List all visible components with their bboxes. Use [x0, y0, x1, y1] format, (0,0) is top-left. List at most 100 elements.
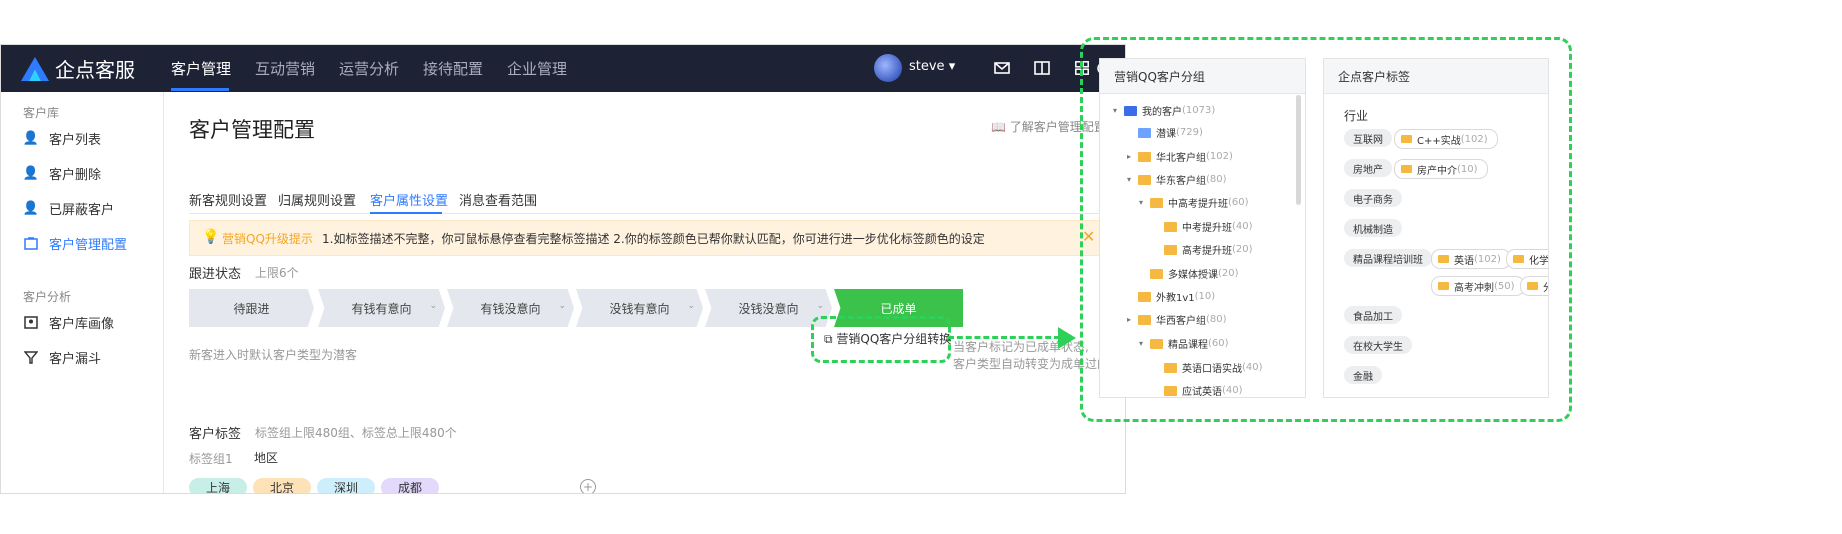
qq-group-panel-header: 营销QQ客户分组	[1100, 59, 1305, 94]
status-step-label: 有钱有意向	[351, 301, 412, 316]
tree-node[interactable]: ▸ 华西客户组 (80)	[1124, 312, 1227, 327]
tag-group-chip[interactable]: 金融	[1344, 366, 1382, 384]
tree-node-name: 精品课程	[1168, 340, 1208, 351]
tree-node[interactable]: 高考提升班 (20)	[1150, 242, 1253, 257]
book-icon[interactable]	[1033, 59, 1051, 77]
tree-node-name: 我的客户	[1142, 107, 1182, 118]
tag-group-chip[interactable]: 机械制造	[1344, 219, 1402, 237]
tree-node-count: (20)	[1218, 268, 1239, 279]
tag-item-chip[interactable]: C++实战 (102)	[1394, 129, 1498, 149]
avatar[interactable]	[874, 54, 902, 82]
follow-hint-default: 新客进入时默认客户类型为潜客	[189, 348, 358, 362]
tag-item-count: (50)	[1494, 280, 1515, 292]
tag-group-chip[interactable]: 电子商务	[1344, 189, 1402, 207]
tag-item-count: (10)	[1457, 163, 1478, 175]
tree-node[interactable]: ▾ 华东客户组 (80)	[1124, 172, 1227, 187]
folder-icon	[1138, 174, 1151, 185]
tag-item-chip[interactable]: 分	[1520, 276, 1548, 296]
add-tag-icon[interactable]: +	[580, 479, 596, 493]
nav-interactive-marketing[interactable]: 互动营销	[255, 58, 315, 79]
status-step[interactable]: 有钱没意向 ⌄	[447, 289, 574, 327]
chevron-down-icon: ⌄	[429, 301, 437, 311]
tab-message-scope[interactable]: 消息查看范围	[459, 190, 537, 209]
customer-tags-limit: 标签组上限480组、标签总上限480个	[255, 426, 457, 440]
tab-active-indicator	[370, 212, 442, 214]
tree-toggle[interactable]: ▾	[1136, 198, 1146, 207]
status-step[interactable]: 没钱有意向 ⌄	[576, 289, 703, 327]
sidebar-item-customer-config[interactable]: 客户管理配置	[23, 234, 127, 253]
tag-group-chip[interactable]: 精品课程培训班	[1344, 249, 1432, 267]
status-step-label: 没钱没意向	[738, 301, 799, 316]
tab-ownership-rules[interactable]: 归属规则设置	[278, 190, 356, 209]
sidebar-item-blocked-customers[interactable]: 👤 已屏蔽客户	[23, 199, 114, 218]
tag-chip[interactable]: 北京	[253, 478, 311, 493]
folder-icon	[1164, 221, 1177, 232]
tag-chip[interactable]: 深圳	[317, 478, 375, 493]
tree-node[interactable]: ▾ 我的客户 (1073)	[1110, 103, 1215, 118]
tree-toggle[interactable]: ▾	[1136, 339, 1146, 348]
tag-item-chip[interactable]: 英语 (102)	[1431, 249, 1511, 269]
tree-toggle[interactable]: ▾	[1110, 106, 1120, 115]
tree-node-count: (40)	[1222, 385, 1243, 396]
tree-node[interactable]: ▸ 华北客户组 (102)	[1124, 149, 1233, 164]
tree-node-name: 外教1v1	[1156, 293, 1195, 304]
nav-operations-analysis[interactable]: 运营分析	[339, 58, 399, 79]
tag-group-chip[interactable]: 互联网	[1344, 129, 1392, 147]
tree-node[interactable]: 多媒体授课 (20)	[1136, 266, 1239, 281]
tree-node[interactable]: ▾ 中高考提升班 (60)	[1136, 195, 1249, 210]
tag-chip[interactable]: 上海	[189, 478, 247, 493]
tree-toggle[interactable]: ▾	[1124, 175, 1134, 184]
tag-item-name: C++实战	[1417, 135, 1461, 147]
tag-item-count: (102)	[1474, 253, 1501, 265]
tag-chip[interactable]: 成都	[381, 478, 439, 493]
sidebar-item-customer-funnel[interactable]: 客户漏斗	[23, 348, 101, 367]
qq-group-convert-button[interactable]: ⧉ 营销QQ客户分组转换	[824, 330, 951, 347]
folder-icon	[1527, 282, 1538, 290]
mail-icon[interactable]	[993, 59, 1011, 77]
notice-title: 营销QQ升级提示	[222, 232, 313, 246]
tree-toggle[interactable]: ▸	[1124, 152, 1134, 161]
nav-customer-management[interactable]: 客户管理	[171, 58, 231, 79]
tree-node[interactable]: 中考提升班 (40)	[1150, 219, 1253, 234]
chevron-down-icon: ⌄	[816, 301, 824, 311]
tree-node-name: 中考提升班	[1182, 223, 1232, 234]
arrow-line	[948, 336, 1060, 339]
scrollbar[interactable]	[1296, 95, 1301, 205]
tab-new-customer-rules[interactable]: 新客规则设置	[189, 190, 267, 209]
tree-node[interactable]: ▾ 精品课程 (60)	[1136, 336, 1229, 351]
follow-status-steps: 待跟进 有钱有意向 ⌄ 有钱没意向 ⌄ 没钱有意向 ⌄ 没钱没意向 ⌄ 已成单	[189, 289, 1103, 327]
status-step[interactable]: 有钱有意向 ⌄	[318, 289, 445, 327]
tag-item-chip[interactable]: 房产中介 (10)	[1394, 159, 1488, 179]
user-menu[interactable]: steve ▾	[909, 59, 955, 74]
tree-node-count: (40)	[1242, 362, 1263, 373]
sidebar-item-customer-portrait[interactable]: 客户库画像	[23, 313, 114, 332]
app-window: 企点客服 客户管理 互动营销 运营分析 接待配置 企业管理 steve ▾ 客户…	[0, 44, 1126, 494]
tree-node[interactable]: 潜课 (729)	[1124, 125, 1203, 140]
folder-icon	[1138, 314, 1151, 325]
tree-node[interactable]: 外教1v1 (10)	[1124, 289, 1215, 304]
nav-reception-config[interactable]: 接待配置	[423, 58, 483, 79]
status-step-label: 有钱没意向	[480, 301, 541, 316]
tab-customer-attributes[interactable]: 客户属性设置	[370, 190, 448, 209]
notice-text: 1.如标签描述不完整，你可鼠标悬停查看完整标签描述 2.你的标签颜色已帮你默认匹…	[322, 232, 985, 246]
customer-tags-label: 客户标签	[189, 427, 242, 442]
follow-status-limit: 上限6个	[255, 266, 299, 280]
sidebar-item-label: 客户列表	[49, 133, 102, 148]
sidebar-item-customer-delete[interactable]: 👤 客户删除	[23, 164, 101, 183]
tree-node-name: 英语口语实战	[1182, 364, 1242, 375]
tag-group-chip[interactable]: 在校大学生	[1344, 336, 1412, 354]
arrow-head	[1058, 327, 1076, 349]
tag-item-chip[interactable]: 高考冲刺 (50)	[1431, 276, 1525, 296]
tree-node-count: (20)	[1232, 244, 1253, 255]
status-step-label: 已成单	[880, 301, 917, 316]
tag-group-chip[interactable]: 食品加工	[1344, 306, 1402, 324]
nav-enterprise-management[interactable]: 企业管理	[507, 58, 567, 79]
status-step[interactable]: 待跟进	[189, 289, 314, 327]
sidebar-item-customer-list[interactable]: 👤 客户列表	[23, 129, 101, 148]
tree-node-count: (60)	[1228, 197, 1249, 208]
tree-node[interactable]: 英语口语实战 (40)	[1150, 360, 1263, 375]
tree-node[interactable]: 应试英语 (40)	[1150, 383, 1243, 397]
tag-group-chip[interactable]: 房地产	[1344, 159, 1392, 177]
tree-toggle[interactable]: ▸	[1124, 315, 1134, 324]
tag-item-chip[interactable]: 化学	[1506, 249, 1548, 269]
